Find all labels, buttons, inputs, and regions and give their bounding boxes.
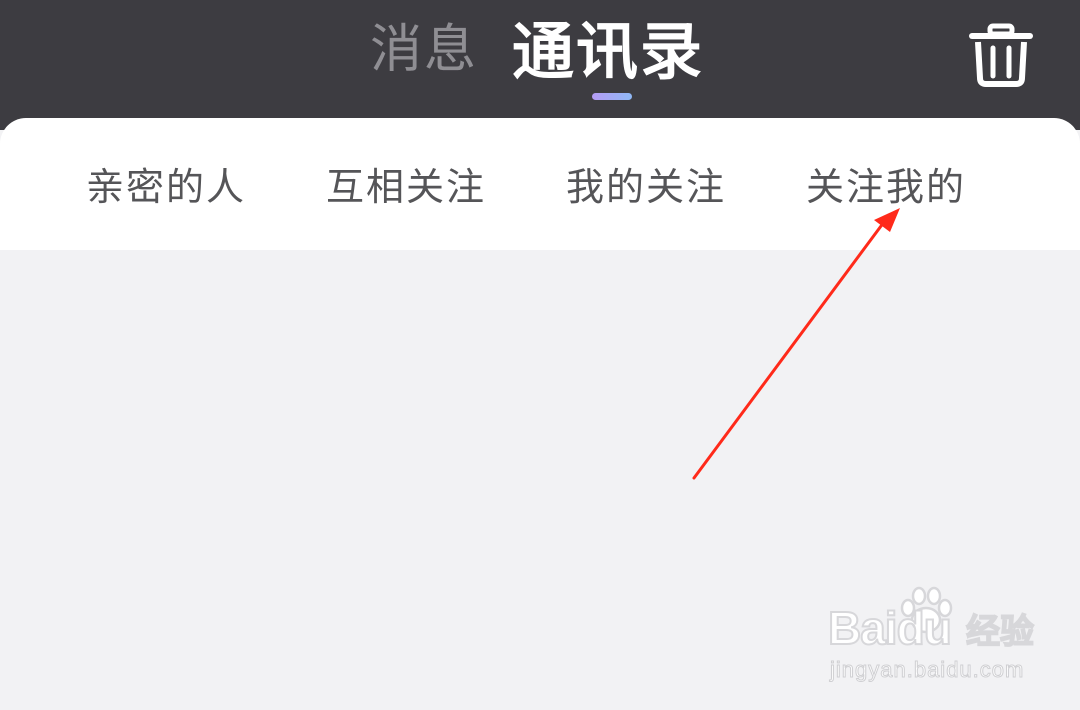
subtab-followers[interactable]: 关注我的 xyxy=(806,160,966,214)
subtab-intimate[interactable]: 亲密的人 xyxy=(86,160,246,214)
subtab-my-following[interactable]: 我的关注 xyxy=(566,160,726,214)
watermark-brand: Baidu xyxy=(827,601,953,655)
top-navigation-bar: 消息 通讯录 xyxy=(0,0,1080,130)
baidu-jingyan-watermark: Baidu 经验 jingyan.baidu.com xyxy=(826,586,1036,692)
tab-messages[interactable]: 消息 xyxy=(370,18,478,82)
watermark-product: 经验 xyxy=(965,611,1035,653)
trash-icon xyxy=(969,23,1033,87)
subtab-mutual-follow[interactable]: 互相关注 xyxy=(326,160,486,214)
trash-button[interactable] xyxy=(966,20,1036,90)
watermark-url: jingyan.baidu.com xyxy=(829,657,1025,683)
active-tab-indicator xyxy=(592,93,632,100)
tab-contacts[interactable]: 通讯录 xyxy=(512,14,704,90)
